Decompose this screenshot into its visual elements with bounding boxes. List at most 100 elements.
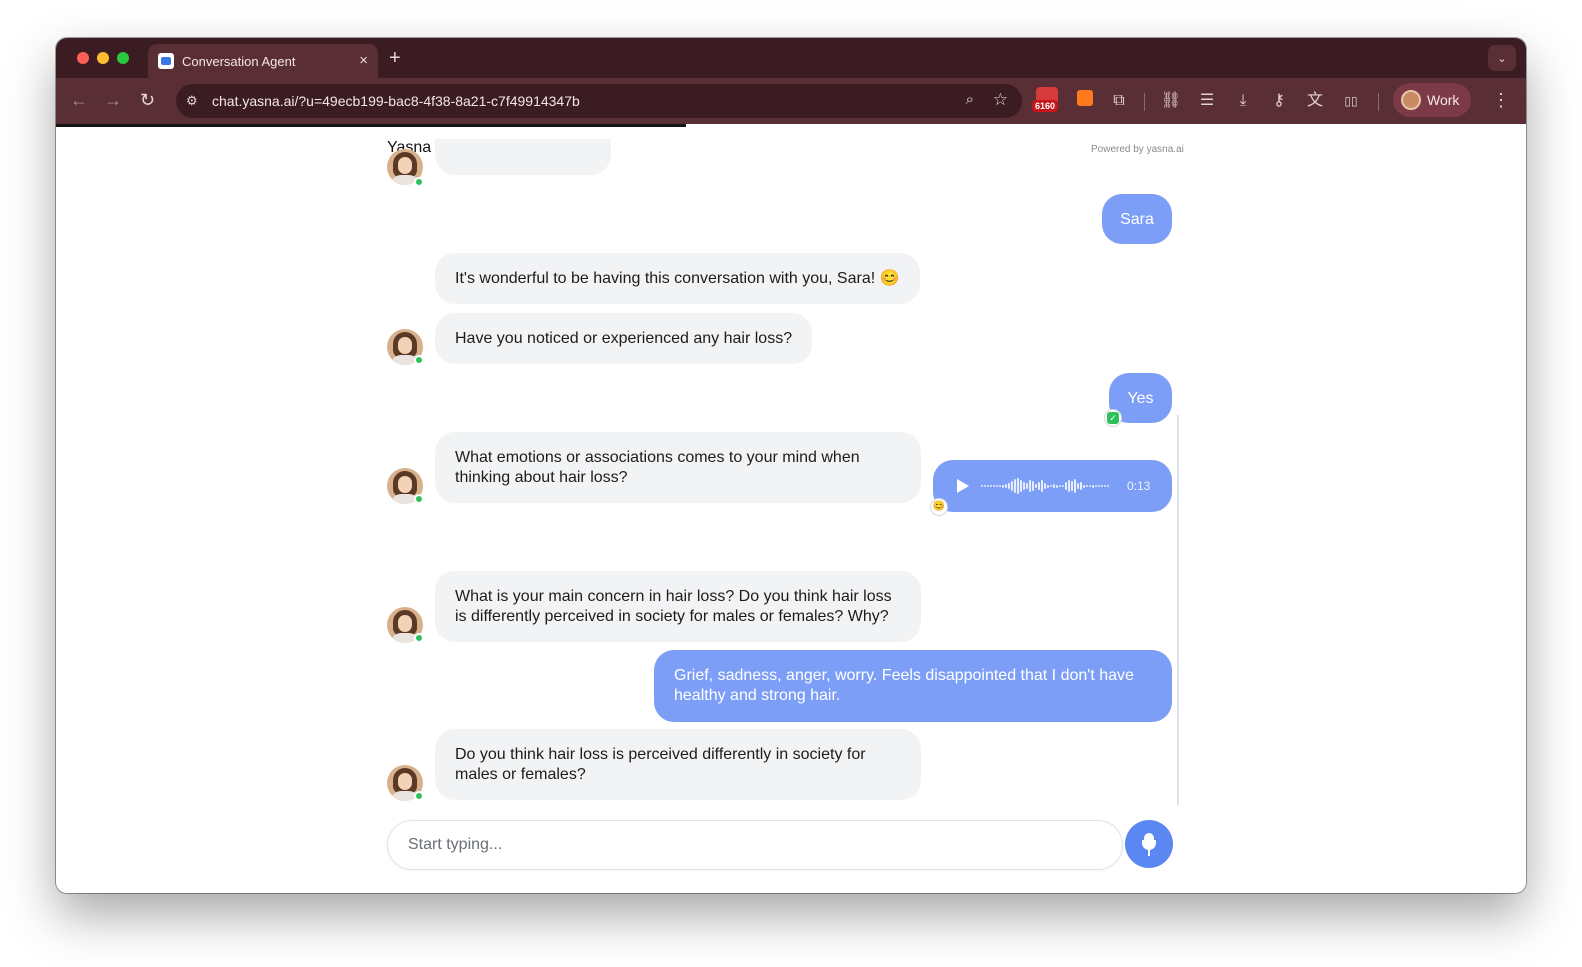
waveform-bar	[1089, 485, 1091, 487]
toolbar-divider	[1378, 93, 1379, 111]
tab-strip: Conversation Agent × + ⌄	[56, 38, 1526, 78]
waveform-bar	[1032, 481, 1034, 491]
microphone-button[interactable]	[1125, 820, 1173, 868]
online-status-dot	[414, 791, 424, 801]
password-key-icon[interactable]: ⚷	[1268, 90, 1290, 112]
forward-icon[interactable]: →	[104, 90, 122, 111]
address-bar[interactable]: ⚙ chat.yasna.ai/?u=49ecb199-bac8-4f38-8a…	[176, 84, 1022, 118]
waveform-bar	[1056, 484, 1058, 488]
message-composer	[387, 820, 1123, 870]
reload-icon[interactable]: ↻	[140, 90, 155, 111]
waveform-bar	[1083, 484, 1085, 488]
waveform-bar	[1101, 485, 1103, 487]
waveform-bar	[1053, 484, 1055, 488]
tab-search-button[interactable]: ⌄	[1488, 45, 1516, 71]
online-status-dot	[414, 355, 424, 365]
waveform-bar	[1104, 485, 1106, 487]
tab-title: Conversation Agent	[182, 53, 296, 69]
bookmark-star-icon[interactable]: ☆	[993, 90, 1008, 110]
zoom-icon[interactable]: ⌕	[966, 91, 974, 108]
waveform-bar	[1092, 484, 1094, 488]
translate-icon[interactable]: 文	[1304, 90, 1326, 112]
download-icon[interactable]: ⤓	[1232, 90, 1254, 112]
waveform-bar	[1098, 485, 1100, 487]
tab-conversation-agent[interactable]: Conversation Agent ×	[148, 44, 378, 78]
browser-window: Conversation Agent × + ⌄ ← → ↻ ⚙ chat.ya…	[56, 38, 1526, 893]
waveform-bar	[1026, 483, 1028, 489]
scroll-track	[1177, 415, 1179, 805]
voice-message-bubble: 0:13	[933, 460, 1172, 512]
waveform-bar	[987, 485, 989, 487]
waveform-bar	[999, 485, 1001, 487]
bot-message-bubble: What is your main concern in hair loss? …	[435, 571, 921, 642]
waveform-bar	[1023, 482, 1025, 490]
waveform-bar	[990, 485, 992, 487]
waveform-bar	[1068, 480, 1070, 492]
bot-message-bubble: Have you noticed or experienced any hair…	[435, 313, 813, 364]
favicon-icon	[158, 53, 174, 69]
browser-toolbar: ← → ↻ ⚙ chat.yasna.ai/?u=49ecb199-bac8-4…	[56, 78, 1526, 124]
waveform-bar	[1077, 483, 1079, 489]
extensions-puzzle-icon[interactable]: ⧉	[1108, 90, 1130, 112]
profile-avatar	[1401, 90, 1421, 110]
new-tab-button[interactable]: +	[389, 47, 401, 70]
url-text[interactable]: chat.yasna.ai/?u=49ecb199-bac8-4f38-8a21…	[212, 93, 580, 109]
waveform-bar	[1059, 485, 1061, 487]
waveform-bar	[1044, 483, 1046, 489]
toolbar-divider	[1144, 93, 1145, 111]
audio-waveform[interactable]	[981, 475, 1117, 497]
voice-duration: 0:13	[1127, 479, 1151, 493]
profile-label: Work	[1427, 92, 1460, 108]
smile-reaction-icon[interactable]: 😊	[931, 499, 947, 515]
waveform-bar	[1008, 483, 1010, 489]
maximize-window-button[interactable]	[117, 52, 129, 64]
waveform-bar	[1029, 480, 1031, 492]
link-icon[interactable]: ⛓	[1160, 90, 1182, 112]
waveform-bar	[1086, 485, 1088, 487]
waveform-bar	[1071, 481, 1073, 491]
waveform-bar	[1065, 482, 1067, 490]
waveform-bar	[1011, 481, 1013, 491]
reader-mode-icon[interactable]: ▯▯	[1340, 90, 1362, 112]
bot-message-bubble	[435, 139, 611, 175]
waveform-bar	[1035, 484, 1037, 488]
waveform-bar	[981, 485, 983, 487]
extension-badge-count: 6160	[1032, 100, 1059, 112]
waveform-bar	[1050, 485, 1052, 487]
message-input[interactable]	[388, 821, 1122, 869]
waveform-bar	[1080, 482, 1082, 490]
online-status-dot	[414, 633, 424, 643]
user-message-bubble: Sara	[1102, 194, 1172, 244]
bot-message-bubble: Do you think hair loss is perceived diff…	[435, 729, 921, 800]
waveform-bar	[1095, 485, 1097, 487]
bot-message-bubble: It's wonderful to be having this convers…	[435, 253, 920, 304]
waveform-bar	[1017, 478, 1019, 494]
waveform-bar	[1107, 485, 1109, 487]
hubspot-extension-icon[interactable]	[1074, 90, 1096, 112]
waveform-bar	[1047, 484, 1049, 488]
check-reaction-icon[interactable]: ✓	[1105, 410, 1121, 426]
minimize-window-button[interactable]	[97, 52, 109, 64]
extension-adblock-button[interactable]: 6160	[1032, 87, 1062, 115]
bot-message-bubble: What emotions or associations comes to y…	[435, 432, 921, 503]
site-settings-icon[interactable]: ⚙	[186, 93, 202, 109]
chat-page: Yasna AI Powered by yasna.ai Sara It's w…	[56, 127, 1526, 893]
profile-button[interactable]: Work	[1393, 83, 1471, 117]
user-message-bubble: Grief, sadness, anger, worry. Feels disa…	[654, 650, 1172, 722]
back-icon[interactable]: ←	[70, 90, 88, 111]
waveform-bar	[1041, 480, 1043, 492]
waveform-bar	[993, 485, 995, 487]
waveform-bar	[984, 485, 986, 487]
waveform-bar	[1062, 485, 1064, 487]
online-status-dot	[414, 177, 424, 187]
waveform-bar	[1014, 479, 1016, 493]
reading-list-icon[interactable]: ☰	[1196, 90, 1218, 112]
close-window-button[interactable]	[77, 52, 89, 64]
waveform-bar	[1020, 480, 1022, 492]
waveform-bar	[996, 485, 998, 487]
waveform-bar	[1038, 482, 1040, 490]
close-tab-icon[interactable]: ×	[359, 52, 368, 69]
powered-by-link[interactable]: Powered by yasna.ai	[1091, 144, 1184, 155]
play-icon[interactable]	[957, 479, 969, 493]
browser-menu-icon[interactable]: ⋮	[1492, 90, 1510, 111]
